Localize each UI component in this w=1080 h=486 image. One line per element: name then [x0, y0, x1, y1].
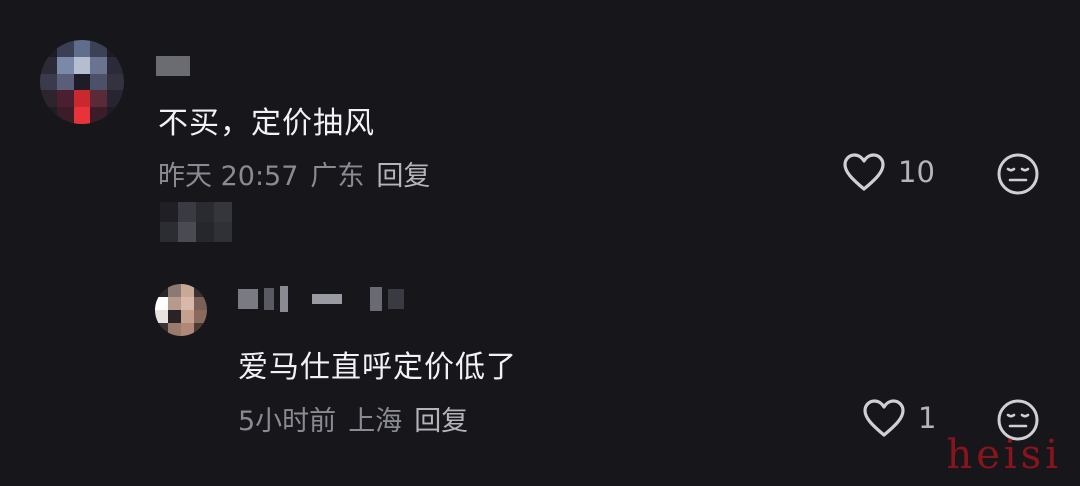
like-button[interactable]: 10	[842, 152, 935, 192]
heart-outline-icon	[843, 153, 885, 191]
comment-avatar[interactable]	[40, 40, 124, 124]
comment-section: 不买，定价抽风 昨天 20:57 广东 回复 10 爱马仕直呼定价低了 5小时前…	[0, 0, 1080, 486]
reply-to-reply-button[interactable]: 回复	[414, 399, 468, 438]
meh-face-icon	[997, 153, 1039, 195]
comment-meta: 昨天 20:57 广东 回复	[158, 154, 430, 193]
reply-time: 5小时前	[238, 406, 337, 437]
reply-button[interactable]: 回复	[376, 154, 430, 193]
watermark: heisi	[946, 432, 1062, 478]
reply-like-button[interactable]: 1	[862, 398, 936, 438]
comment-time: 昨天 20:57	[158, 161, 299, 192]
emoji-reaction-button[interactable]	[996, 152, 1040, 200]
reply-text: 爱马仕直呼定价低了	[238, 350, 517, 385]
heart-outline-icon	[863, 399, 905, 437]
reply-like-count: 1	[918, 401, 937, 435]
expand-replies-placeholder[interactable]	[160, 202, 232, 242]
reply-avatar[interactable]	[155, 284, 207, 336]
comment-location: 广东	[310, 161, 365, 192]
like-count: 10	[898, 155, 935, 189]
comment-username[interactable]	[156, 56, 190, 76]
reply-location: 上海	[348, 406, 403, 437]
reply-username[interactable]	[238, 286, 404, 312]
reply-meta: 5小时前 上海 回复	[238, 399, 468, 438]
comment-text: 不买，定价抽风	[158, 106, 375, 141]
